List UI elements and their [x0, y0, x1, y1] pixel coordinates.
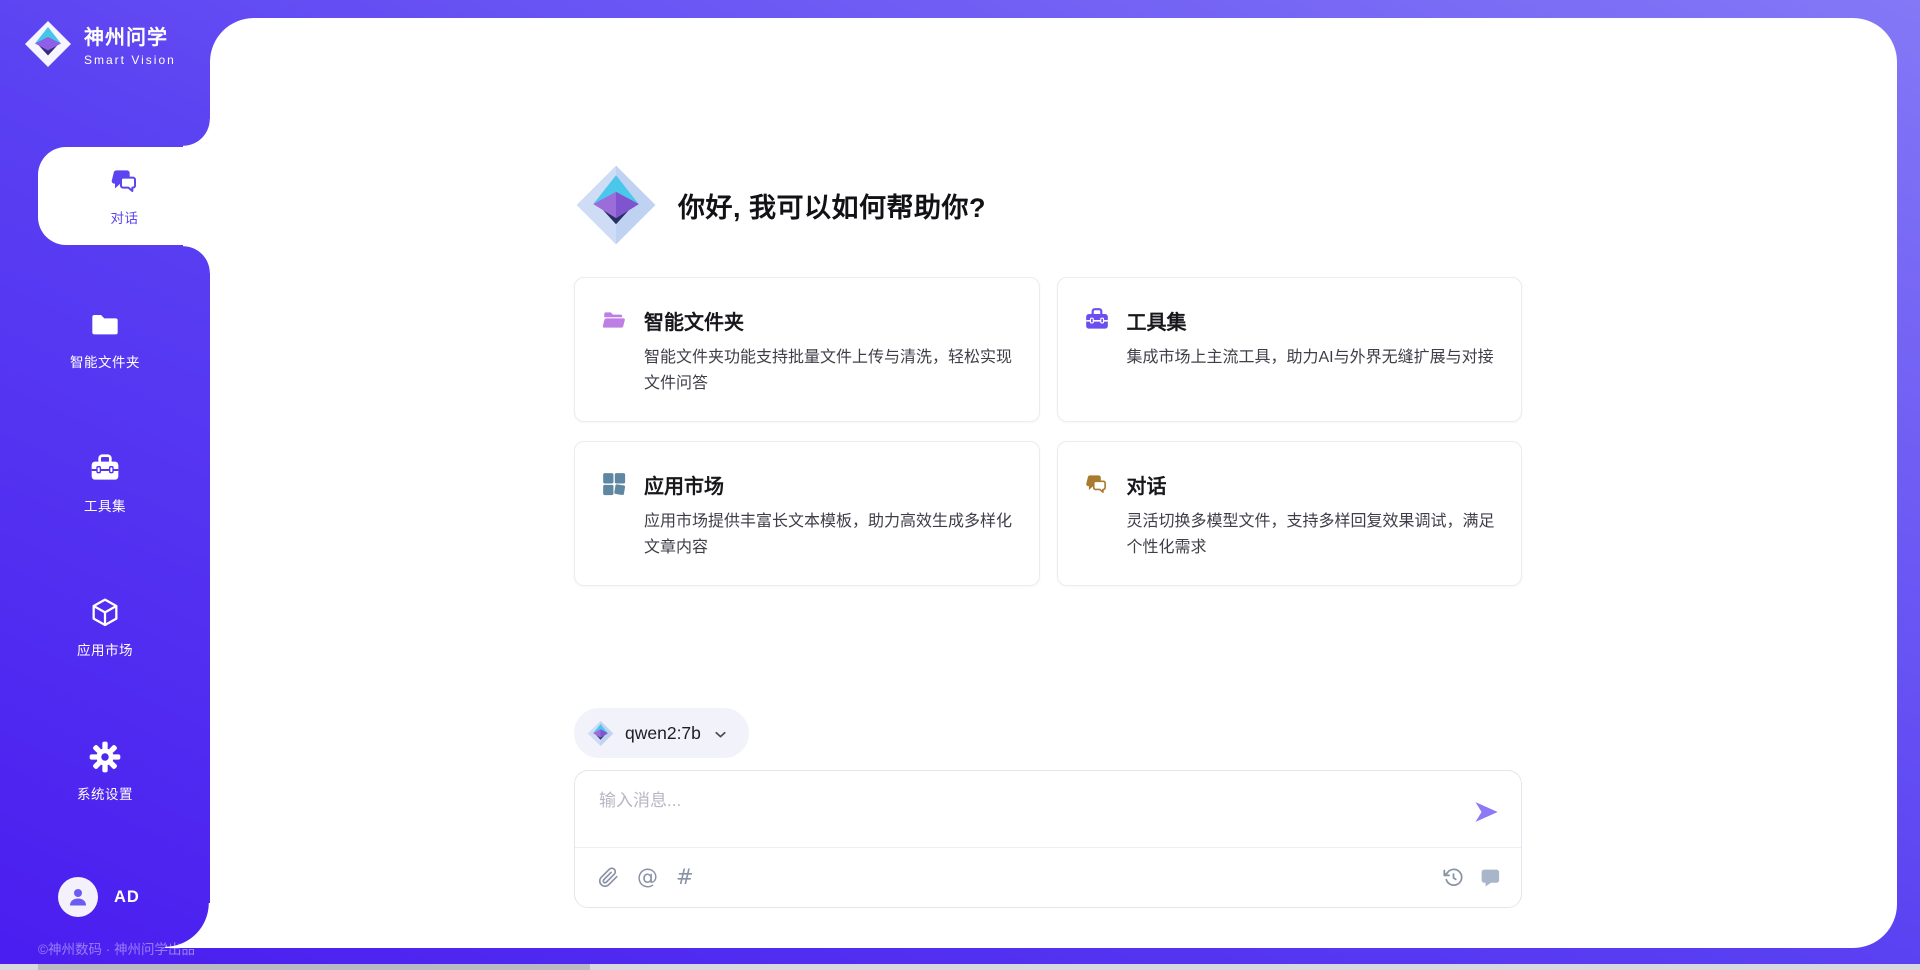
model-selector[interactable]: qwen2:7b: [574, 708, 749, 758]
sidebar-item-app-market[interactable]: 应用市场: [0, 579, 210, 677]
card-title: 对话: [1127, 470, 1496, 499]
brand-diamond-icon: [24, 20, 72, 68]
folder-icon: [89, 309, 121, 341]
sidebar-item-toolset[interactable]: 工具集: [0, 435, 210, 533]
scrollbar-thumb[interactable]: [38, 964, 590, 970]
paperclip-icon[interactable]: [598, 867, 619, 888]
horizontal-scrollbar[interactable]: [0, 964, 1920, 970]
sidebar-item-label: 系统设置: [77, 783, 133, 803]
card-title: 工具集: [1127, 306, 1494, 335]
sidebar-nav: 对话 智能文件夹 工具集 应用市场 系统设置: [0, 147, 210, 821]
hash-icon[interactable]: #: [676, 867, 694, 888]
card-smart-folder[interactable]: 智能文件夹 智能文件夹功能支持批量文件上传与清洗，轻松实现文件问答: [574, 277, 1040, 422]
brand-name: 神州问学: [84, 21, 176, 50]
at-icon[interactable]: @: [637, 867, 658, 888]
gear-icon: [89, 741, 121, 773]
sidebar-item-chat[interactable]: 对话: [38, 147, 211, 245]
chat-icon: [109, 165, 141, 197]
cube-icon: [89, 597, 121, 629]
user-account[interactable]: AD: [58, 877, 140, 917]
greeting-title: 你好, 我可以如何帮助你?: [678, 186, 986, 225]
sidebar-item-label: 对话: [111, 207, 139, 227]
message-input[interactable]: [599, 791, 1399, 811]
card-app-market[interactable]: 应用市场 应用市场提供丰富长文本模板，助力高效生成多样化文章内容: [574, 441, 1040, 586]
brand-logo: 神州问学 Smart Vision: [24, 20, 176, 68]
model-name: qwen2:7b: [625, 723, 701, 744]
greeting-block: 你好, 我可以如何帮助你?: [574, 163, 986, 247]
sidebar-item-settings[interactable]: 系统设置: [0, 723, 210, 821]
message-composer: @ #: [574, 770, 1522, 908]
card-description: 集成市场上主流工具，助力AI与外界无缝扩展与对接: [1127, 345, 1494, 371]
model-logo-icon: [587, 720, 614, 747]
history-icon[interactable]: [1443, 867, 1464, 888]
card-description: 灵活切换多模型文件，支持多样回复效果调试，满足个性化需求: [1127, 509, 1496, 561]
chevron-down-icon: [712, 726, 729, 743]
avatar: [58, 877, 98, 917]
send-button[interactable]: [1472, 798, 1500, 826]
toolbox-icon: [89, 453, 121, 485]
tab-connector-top: [183, 119, 211, 147]
sidebar-item-label: 应用市场: [77, 639, 133, 659]
brand-subtitle: Smart Vision: [84, 53, 176, 67]
grid-icon: [601, 471, 627, 497]
card-description: 应用市场提供丰富长文本模板，助力高效生成多样化文章内容: [644, 509, 1013, 561]
card-toolset[interactable]: 工具集 集成市场上主流工具，助力AI与外界无缝扩展与对接: [1057, 277, 1523, 422]
sidebar: 神州问学 Smart Vision 对话 智能文件夹 工具集 应用市场 系统设置: [0, 0, 210, 970]
feature-cards: 智能文件夹 智能文件夹功能支持批量文件上传与清洗，轻松实现文件问答 工具集 集成…: [574, 277, 1522, 586]
main-content: 你好, 我可以如何帮助你? 智能文件夹 智能文件夹功能支持批量文件上传与清洗，轻…: [210, 18, 1897, 948]
sidebar-item-label: 工具集: [84, 495, 126, 515]
user-initials: AD: [114, 888, 140, 907]
send-icon: [1472, 798, 1500, 826]
model-logo-icon: [574, 163, 658, 247]
sidebar-item-smart-folder[interactable]: 智能文件夹: [0, 291, 210, 389]
user-avatar-icon: [66, 885, 90, 909]
chat-icon: [1084, 471, 1110, 497]
tab-connector-bottom: [183, 245, 211, 273]
card-description: 智能文件夹功能支持批量文件上传与清洗，轻松实现文件问答: [644, 345, 1013, 397]
toolbox-icon: [1084, 307, 1110, 333]
card-title: 智能文件夹: [644, 306, 1013, 335]
chat-bubble-icon[interactable]: [1479, 867, 1500, 888]
sidebar-item-label: 智能文件夹: [70, 351, 140, 371]
composer-toolbar: @ #: [598, 848, 1500, 907]
card-title: 应用市场: [644, 470, 1013, 499]
folder-open-icon: [601, 307, 627, 333]
card-chat[interactable]: 对话 灵活切换多模型文件，支持多样回复效果调试，满足个性化需求: [1057, 441, 1523, 586]
